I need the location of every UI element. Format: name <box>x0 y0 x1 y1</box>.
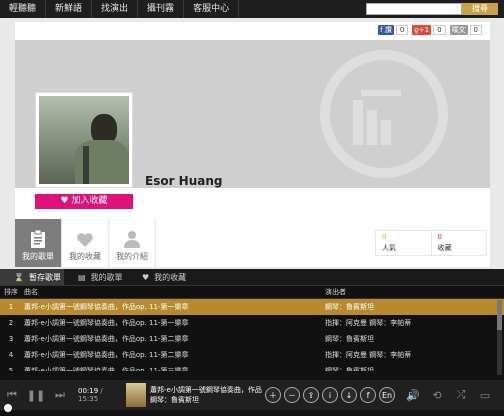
remove-icon[interactable]: － <box>284 387 300 403</box>
repeat-icon[interactable]: ⟲ <box>425 383 449 407</box>
playlist-rows: 1 蕭邦-e小調第一號鋼琴協奏曲，作品op. 11-第一樂章 鋼琴：魯賓斯坦 2… <box>0 299 504 371</box>
search-button[interactable]: 搜尋 <box>462 3 498 15</box>
person-icon <box>124 231 140 248</box>
playlist-scrollbar[interactable] <box>497 300 502 375</box>
list-icon: ▤ <box>78 272 86 282</box>
table-row[interactable]: 5 蕭邦-e小調第一號鋼琴協奏曲，作品op. 11-第三樂章 鋼琴：魯賓斯坦 <box>0 363 504 371</box>
add-favorite-button[interactable]: ♥ 加入收藏 <box>35 194 133 209</box>
playlist-header: 排序 曲名 演出者 <box>0 286 504 299</box>
facebook-like-button[interactable]: f 讚 0 <box>378 25 409 35</box>
top-nav: 輕聽聽 新鮮語 找演出 攝刊霧 客服中心 搜尋 <box>0 0 504 18</box>
album-cover <box>126 383 146 407</box>
hourglass-icon: ⌛ <box>14 272 24 282</box>
plurk-button[interactable]: 噗文 0 <box>449 25 482 35</box>
profile-card: f 讚 0 g+1 0 噗文 0 Esor Huang ♥ 加入收藏 我的歌單 … <box>15 22 490 267</box>
time-display: 00:19 / 15:35 <box>78 387 103 403</box>
tab-player-favorites[interactable]: ♥ 我的收藏 <box>128 269 192 285</box>
brand-watermark-mark <box>343 90 423 150</box>
volume-icon[interactable]: 🔊 <box>401 383 425 407</box>
pause-icon[interactable]: ❚❚ <box>24 383 48 407</box>
next-icon[interactable]: ⏭ <box>48 383 72 407</box>
profile-tabs: 我的歌單 我的收藏 我的介紹 <box>15 219 156 267</box>
profile-stats: 0 人氣 0 收藏 <box>375 230 487 256</box>
share-icon[interactable]: ⇪ <box>303 387 319 403</box>
profile-photo <box>39 96 129 184</box>
tab-my-intro[interactable]: 我的介紹 <box>109 219 156 267</box>
tab-my-playlist[interactable]: 我的歌單 <box>15 219 62 267</box>
search-input[interactable] <box>366 3 462 15</box>
heart-icon <box>77 233 93 247</box>
table-row[interactable]: 1 蕭邦-e小調第一號鋼琴協奏曲，作品op. 11-第一樂章 鋼琴：魯賓斯坦 <box>0 299 504 315</box>
info-icon[interactable]: i <box>322 387 338 403</box>
music-player: ⌛ 暫存歌單 ▤ 我的歌單 ♥ 我的收藏 排序 曲名 演出者 1 蕭邦-e小調第… <box>0 269 504 416</box>
add-icon[interactable]: ＋ <box>265 387 281 403</box>
stat-popularity: 0 人氣 <box>376 231 432 255</box>
language-button[interactable]: En <box>379 387 395 403</box>
table-row[interactable]: 2 蕭邦-e小調第一號鋼琴協奏曲，作品op. 11-第一樂章 指揮：阿克曼 鋼琴… <box>0 315 504 331</box>
avatar[interactable] <box>35 92 133 188</box>
nav-item-1[interactable]: 輕聽聽 <box>0 0 47 18</box>
profile-name: Esor Huang <box>145 174 223 188</box>
tab-temp-playlist[interactable]: ⌛ 暫存歌單 <box>0 269 64 285</box>
heart-icon: ♥ <box>142 272 150 282</box>
heart-icon: ♥ <box>60 196 72 206</box>
previous-icon[interactable]: ⏮ <box>0 383 24 407</box>
table-row[interactable]: 3 蕭邦-e小調第一號鋼琴協奏曲，作品op. 11-第二樂章 鋼琴：魯賓斯坦 <box>0 331 504 347</box>
google-plus-button[interactable]: g+1 0 <box>412 25 446 35</box>
nav-item-4[interactable]: 攝刊霧 <box>138 0 185 18</box>
table-row[interactable]: 4 蕭邦-e小調第一號鋼琴協奏曲，作品op. 11-第二樂章 指揮：阿克曼 鋼琴… <box>0 347 504 363</box>
nav-item-5[interactable]: 客服中心 <box>184 0 240 18</box>
nav-item-2[interactable]: 新鮮語 <box>46 0 93 18</box>
status-dot-icon <box>4 404 12 412</box>
player-tabs: ⌛ 暫存歌單 ▤ 我的歌單 ♥ 我的收藏 <box>0 269 504 286</box>
minimize-icon[interactable]: ▭ <box>473 383 497 407</box>
social-buttons: f 讚 0 g+1 0 噗文 0 <box>378 25 482 35</box>
tab-my-favorites[interactable]: 我的收藏 <box>62 219 109 267</box>
facebook-icon[interactable]: f <box>360 387 376 403</box>
now-playing: 蕭邦-e小調第一號鋼琴協奏曲，作品op 鋼琴：魯賓斯坦 <box>150 386 262 404</box>
download-icon[interactable]: ↓ <box>341 387 357 403</box>
stat-favorites: 0 收藏 <box>437 233 452 252</box>
clipboard-icon <box>31 230 45 248</box>
tab-player-playlist[interactable]: ▤ 我的歌單 <box>64 269 128 285</box>
nav-item-3[interactable]: 找演出 <box>92 0 139 18</box>
player-controls: ⏮ ❚❚ ⏭ 00:19 / 15:35 蕭邦-e小調第一號鋼琴協奏曲，作品op… <box>0 380 504 410</box>
shuffle-icon[interactable]: ⤮ <box>449 383 473 407</box>
